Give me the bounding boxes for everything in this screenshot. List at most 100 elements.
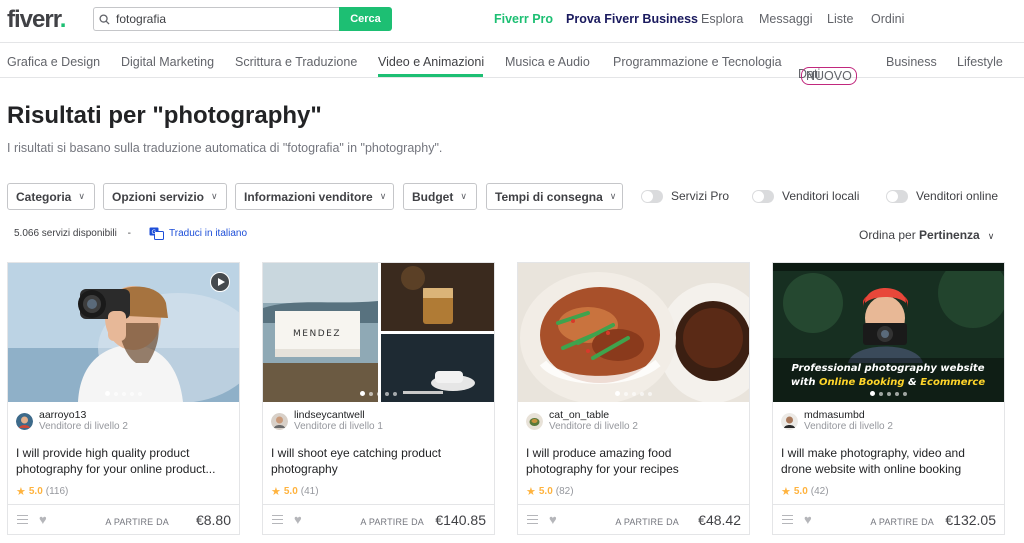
filter-label: Budget xyxy=(412,189,454,204)
heart-icon[interactable]: ♥ xyxy=(39,512,47,527)
results-count: 5.066 servizi disponibili - xyxy=(14,228,131,239)
gig-image[interactable] xyxy=(8,263,239,402)
rating-value: 5.0 xyxy=(538,486,553,497)
website-subheadline-ecommerce: Ecommerce xyxy=(920,377,985,388)
website-subheadline-amp: & xyxy=(908,377,917,388)
avatar[interactable] xyxy=(271,412,288,430)
star-icon: ★ xyxy=(271,486,281,498)
filter-category[interactable]: Categoria ∨ xyxy=(7,183,95,210)
toggle-switch[interactable] xyxy=(641,189,663,203)
seller-name[interactable]: aarroyo13 xyxy=(39,409,128,421)
filter-label: Tempi di consegna xyxy=(495,189,603,204)
category-business[interactable]: Business xyxy=(886,55,937,69)
product-box-text: MENDEZ xyxy=(293,329,341,339)
filter-budget[interactable]: Budget ∨ xyxy=(403,183,477,210)
messages-link[interactable]: Messaggi xyxy=(759,12,813,26)
svg-text:G: G xyxy=(152,229,157,236)
lists-link[interactable]: Liste xyxy=(827,12,853,26)
gig-title[interactable]: I will make photography, video and drone… xyxy=(781,445,996,477)
rating-value: 5.0 xyxy=(28,486,43,497)
photographer-image xyxy=(8,263,239,402)
chevron-down-icon: ∨ xyxy=(987,231,995,241)
category-lifestyle[interactable]: Lifestyle xyxy=(957,55,1003,69)
category-marketing[interactable]: Digital Marketing xyxy=(121,55,214,69)
price-from-label: A PARTIRE DA xyxy=(870,517,934,527)
seller-name[interactable]: lindseycantwell xyxy=(294,409,383,421)
gig-price: €8.80 xyxy=(195,512,231,528)
gig-price: €132.05 xyxy=(945,512,996,528)
filter-label: Informazioni venditore xyxy=(244,189,373,204)
gig-card[interactable]: MENDEZ lindseycantwell Venditore di live… xyxy=(262,262,495,535)
avatar[interactable] xyxy=(16,412,33,430)
toggle-pro-services[interactable]: Servizi Pro xyxy=(641,189,729,203)
chevron-down-icon: ∨ xyxy=(78,191,85,201)
carousel-dots xyxy=(773,391,1004,396)
toggle-online-sellers[interactable]: Venditori online xyxy=(886,189,998,203)
rating-value: 5.0 xyxy=(793,486,808,497)
category-programming[interactable]: Programmazione e Tecnologia xyxy=(613,55,782,69)
toggle-label: Venditori locali xyxy=(782,189,860,203)
sort-dropdown[interactable]: Ordina per Pertinenza ∨ xyxy=(859,228,994,242)
search-input[interactable] xyxy=(116,12,316,26)
avatar[interactable] xyxy=(781,412,798,430)
filter-delivery-time[interactable]: Tempi di consegna ∨ xyxy=(486,183,623,210)
fiverr-pro-link[interactable]: Fiverr Pro xyxy=(494,12,553,26)
menu-icon[interactable] xyxy=(17,515,28,524)
top-header: fiverr. Cerca Fiverr Pro Prova Fiverr Bu… xyxy=(0,0,1024,38)
search-button[interactable]: Cerca xyxy=(339,7,392,31)
toggle-switch[interactable] xyxy=(886,189,908,203)
heart-icon[interactable]: ♥ xyxy=(549,512,557,527)
review-count: (82) xyxy=(555,486,574,497)
review-count: (116) xyxy=(45,486,69,497)
translate-icon: G xyxy=(149,227,164,240)
gig-title[interactable]: I will produce amazing food photography … xyxy=(526,445,741,477)
avatar[interactable] xyxy=(526,412,543,430)
search-icon xyxy=(99,13,110,25)
heart-icon[interactable]: ♥ xyxy=(294,512,302,527)
seller-name[interactable]: mdmasumbd xyxy=(804,409,893,421)
translate-link[interactable]: G Traduci in italiano xyxy=(149,227,247,240)
filter-seller-details[interactable]: Informazioni venditore ∨ xyxy=(235,183,394,210)
heart-icon[interactable]: ♥ xyxy=(804,512,812,527)
gig-image[interactable]: Professional photography website with On… xyxy=(773,263,1004,402)
orders-link[interactable]: Ordini xyxy=(871,12,904,26)
category-graphics[interactable]: Grafica e Design xyxy=(7,55,100,69)
seller-name[interactable]: cat_on_table xyxy=(549,409,638,421)
website-subheadline-booking: Online Booking xyxy=(819,377,905,388)
menu-icon[interactable] xyxy=(272,515,283,524)
filter-service-options[interactable]: Opzioni servizio ∨ xyxy=(103,183,227,210)
gig-card[interactable]: cat_on_table Venditore di livello 2 I wi… xyxy=(517,262,750,535)
gig-title[interactable]: I will shoot eye catching product photog… xyxy=(271,445,486,477)
category-writing[interactable]: Scrittura e Traduzione xyxy=(235,55,357,69)
explore-link[interactable]: Esplora xyxy=(701,12,743,26)
carousel-dots xyxy=(518,391,749,396)
gig-footer: ♥ A PARTIRE DA €8.80 xyxy=(8,504,239,534)
menu-icon[interactable] xyxy=(527,515,538,524)
page-title: Risultati per "photography" xyxy=(7,102,322,129)
category-music[interactable]: Musica e Audio xyxy=(505,55,590,69)
chevron-down-icon: ∨ xyxy=(609,191,617,201)
gig-title[interactable]: I will provide high quality product phot… xyxy=(16,445,231,477)
price-from-label: A PARTIRE DA xyxy=(360,517,424,527)
star-icon: ★ xyxy=(781,486,791,498)
filter-label: Categoria xyxy=(16,189,72,204)
gig-card[interactable]: aarroyo13 Venditore di livello 2 I will … xyxy=(7,262,240,535)
gig-card[interactable]: Professional photography website with On… xyxy=(772,262,1005,535)
fiverr-business-link[interactable]: Prova Fiverr Business xyxy=(566,12,698,26)
fiverr-logo[interactable]: fiverr. xyxy=(7,6,66,34)
toggle-switch[interactable] xyxy=(752,189,774,203)
search-box[interactable] xyxy=(93,7,339,31)
seller-level: Venditore di livello 2 xyxy=(39,421,128,432)
sort-label: Ordina per xyxy=(859,228,916,242)
play-video-icon[interactable] xyxy=(210,272,230,292)
gig-image[interactable]: MENDEZ xyxy=(263,263,494,402)
gig-image[interactable] xyxy=(518,263,749,402)
toggle-local-sellers[interactable]: Venditori locali xyxy=(752,189,859,203)
seller-level: Venditore di livello 1 xyxy=(294,421,383,432)
gig-rating: ★ 5.0 (116) xyxy=(16,485,68,498)
category-video[interactable]: Video e Animazioni xyxy=(378,55,484,69)
menu-icon[interactable] xyxy=(782,515,793,524)
active-category-underline xyxy=(378,74,483,77)
search-bar: Cerca xyxy=(93,7,392,31)
gig-price: €48.42 xyxy=(698,512,741,528)
